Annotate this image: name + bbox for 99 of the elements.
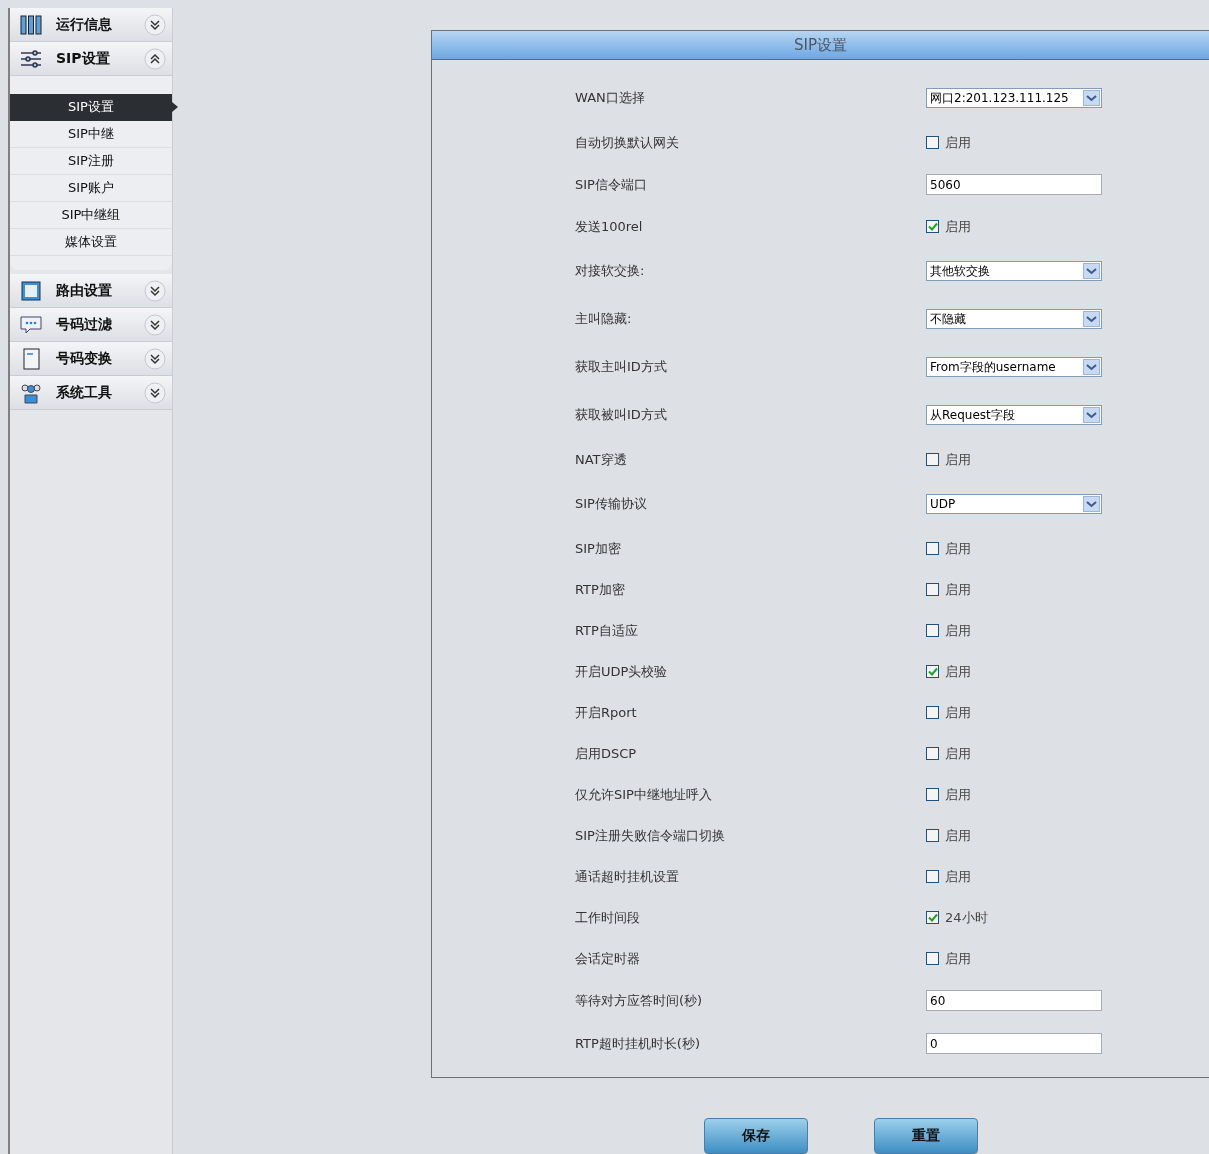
- group-label: SIP设置: [56, 49, 111, 68]
- submenu-label: SIP设置: [68, 98, 114, 116]
- sliders-icon: [20, 47, 42, 70]
- field-label: SIP信令端口: [574, 175, 648, 194]
- field-label: 会话定时器: [574, 949, 641, 968]
- checkbox-label: 启用: [945, 621, 971, 640]
- input-field[interactable]: 0: [926, 1033, 1102, 1054]
- group-label: 号码过滤: [56, 315, 113, 334]
- input-field[interactable]: 60: [926, 990, 1102, 1011]
- field-label: 获取被叫ID方式: [574, 406, 668, 424]
- dropdown[interactable]: 网口2:201.123.111.125: [926, 88, 1102, 108]
- expand-chevron-icon[interactable]: [144, 13, 166, 36]
- checkbox[interactable]: [926, 706, 939, 719]
- sidebar-group-header[interactable]: 系统工具: [10, 376, 172, 410]
- dropdown[interactable]: 其他软交换: [926, 261, 1102, 281]
- users-icon: [20, 381, 42, 404]
- dropdown[interactable]: UDP: [926, 494, 1102, 514]
- sidebar-group-header[interactable]: 号码过滤: [10, 308, 172, 342]
- square-icon: [20, 279, 42, 302]
- field-label: SIP传输协议: [574, 495, 648, 513]
- collapse-chevron-icon[interactable]: [144, 47, 166, 70]
- checkbox-label: 启用: [945, 133, 971, 152]
- field-label: 开启UDP头校验: [574, 662, 669, 681]
- submenu-item[interactable]: SIP中继: [10, 121, 172, 148]
- dropdown[interactable]: From字段的username: [926, 357, 1102, 377]
- save-button[interactable]: 保存: [703, 1118, 808, 1154]
- checkbox[interactable]: [926, 542, 939, 555]
- checkbox[interactable]: [926, 952, 939, 965]
- expand-chevron-icon[interactable]: [144, 313, 166, 336]
- checkbox[interactable]: [926, 624, 939, 637]
- expand-chevron-icon[interactable]: [144, 279, 166, 302]
- field-label: SIP加密: [574, 539, 622, 558]
- pointer-icon: [172, 102, 178, 112]
- checkbox-label: 启用: [945, 785, 971, 804]
- field-label: 等待对方应答时间(秒): [574, 991, 704, 1010]
- field-label: RTP加密: [574, 580, 626, 599]
- checkbox[interactable]: [926, 583, 939, 596]
- field-label: 发送100rel: [574, 217, 644, 236]
- field-label: 启用DSCP: [574, 744, 638, 763]
- submenu-label: 媒体设置: [65, 233, 117, 251]
- checkbox-label: 启用: [945, 826, 971, 845]
- field-label: 通话超时挂机设置: [574, 867, 680, 886]
- submenu-item[interactable]: SIP账户: [10, 175, 172, 202]
- submenu-item[interactable]: SIP注册: [10, 148, 172, 175]
- checkbox-label: 启用: [945, 662, 971, 681]
- group-label: 系统工具: [56, 383, 113, 402]
- group-label: 号码变换: [56, 349, 113, 368]
- checkbox[interactable]: [926, 911, 939, 924]
- checkbox[interactable]: [926, 453, 939, 466]
- group-label: 路由设置: [56, 281, 113, 300]
- checkbox[interactable]: [926, 788, 939, 801]
- submenu-label: SIP注册: [68, 152, 114, 170]
- submenu-label: SIP中继: [68, 125, 114, 143]
- reset-button[interactable]: 重置: [873, 1118, 978, 1154]
- submenu-item[interactable]: SIP中继组: [10, 202, 172, 229]
- checkbox[interactable]: [926, 870, 939, 883]
- checkbox[interactable]: [926, 220, 939, 233]
- dropdown[interactable]: 不隐藏: [926, 309, 1102, 329]
- expand-chevron-icon[interactable]: [144, 381, 166, 404]
- field-label: SIP注册失败信令端口切换: [574, 826, 726, 845]
- field-label: 仅允许SIP中继地址呼入: [574, 785, 713, 804]
- checkbox-label: 24小时: [945, 908, 988, 927]
- checkbox-label: 启用: [945, 867, 971, 886]
- field-label: RTP超时挂机时长(秒): [574, 1034, 701, 1053]
- field-label: WAN口选择: [574, 89, 646, 107]
- checkbox-label: 启用: [945, 744, 971, 763]
- checkbox-label: 启用: [945, 703, 971, 722]
- submenu-label: SIP账户: [68, 179, 114, 197]
- field-label: RTP自适应: [574, 621, 639, 640]
- submenu-label: SIP中继组: [61, 206, 121, 224]
- checkbox[interactable]: [926, 665, 939, 678]
- checkbox-label: 启用: [945, 450, 971, 469]
- checkbox[interactable]: [926, 829, 939, 842]
- group-label: 运行信息: [56, 15, 113, 34]
- field-label: NAT穿透: [574, 450, 628, 469]
- checkbox[interactable]: [926, 136, 939, 149]
- dropdown[interactable]: 从Request字段: [926, 405, 1102, 425]
- sidebar-group-header[interactable]: 路由设置: [10, 274, 172, 308]
- bar-chart-icon: [20, 13, 42, 36]
- expand-chevron-icon[interactable]: [144, 347, 166, 370]
- input-field[interactable]: 5060: [926, 174, 1102, 195]
- checkbox-label: 启用: [945, 539, 971, 558]
- submenu-item[interactable]: 媒体设置: [10, 229, 172, 256]
- field-label: 对接软交换:: [574, 262, 646, 280]
- checkbox[interactable]: [926, 747, 939, 760]
- field-label: 获取主叫ID方式: [574, 358, 668, 376]
- field-label: 工作时间段: [574, 908, 641, 927]
- checkbox-label: 启用: [945, 580, 971, 599]
- sidebar-group-header[interactable]: 号码变换: [10, 342, 172, 376]
- panel-title: SIP设置: [432, 31, 1209, 60]
- field-label: 主叫隐藏:: [574, 310, 633, 328]
- checkbox-label: 启用: [945, 217, 971, 236]
- sidebar-group-header[interactable]: 运行信息: [10, 8, 172, 42]
- chat-bubble-icon: [20, 313, 42, 336]
- notebook-icon: [20, 347, 42, 370]
- checkbox-label: 启用: [945, 949, 971, 968]
- sidebar-group-header[interactable]: SIP设置: [10, 42, 172, 76]
- field-label: 自动切换默认网关: [574, 133, 680, 152]
- field-label: 开启Rport: [574, 703, 638, 722]
